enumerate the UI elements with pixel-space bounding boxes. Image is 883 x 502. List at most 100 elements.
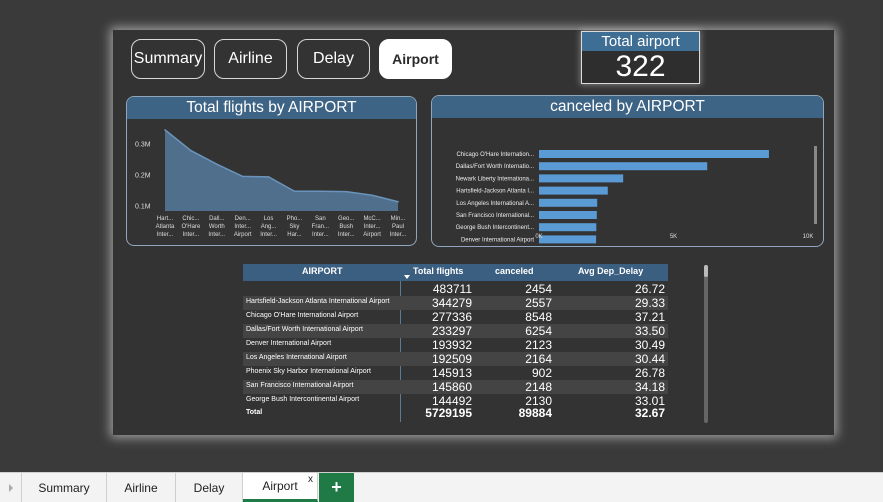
total-flights-cell: 483711: [432, 282, 472, 296]
table-row[interactable]: Los Angeles International Airport 192509 2…: [243, 352, 668, 366]
airline-button[interactable]: Airline: [214, 39, 287, 79]
data-point: [345, 190, 348, 193]
x-tick-label: Worth: [209, 224, 225, 230]
x-tick-label: Inter...: [234, 224, 251, 230]
bar-label: George Bush Intercontinent...: [456, 225, 535, 231]
x-tick-label: O'Hare: [181, 224, 200, 230]
total-flights-cell: 344279: [431, 296, 472, 310]
x-tick-label: Inter...: [390, 232, 407, 238]
x-tick-label: Inter...: [183, 232, 200, 238]
data-point: [267, 176, 270, 178]
header-avg-dep-delay[interactable]: Avg Dep_Delay: [578, 266, 643, 276]
x-tick-label: Dall...: [209, 216, 225, 222]
sheet-tab-delay[interactable]: Delay: [176, 473, 243, 502]
x-tick-label: Fran...: [312, 224, 330, 230]
total-flights-cell: 277336: [431, 310, 472, 324]
sheet-tab-airline[interactable]: Airline: [107, 473, 176, 502]
table-scrollbar[interactable]: [704, 265, 708, 423]
data-point: [319, 190, 322, 193]
table-row[interactable]: Chicago O'Hare International Airport 2773…: [243, 310, 668, 324]
area-fill: [165, 129, 398, 211]
table-row[interactable]: San Francisco International Airport 14586…: [243, 380, 668, 394]
y-tick-label: 0.2M: [135, 172, 151, 179]
bar: [539, 162, 708, 171]
x-tick-label: Den...: [235, 216, 251, 222]
close-tab-icon[interactable]: x: [308, 474, 313, 485]
airport-name-cell: Chicago O'Hare International Airport: [246, 312, 359, 319]
data-point: [215, 163, 218, 165]
summary-button[interactable]: Summary: [131, 39, 205, 79]
canceled-cell: 2454: [525, 282, 552, 296]
bar: [539, 198, 598, 207]
bar-label: Chicago O'Hare Internation...: [456, 152, 534, 158]
x-tick-label: Inter...: [157, 232, 174, 238]
delay-button[interactable]: Delay: [297, 39, 370, 79]
data-point: [190, 149, 192, 152]
add-sheet-button[interactable]: +: [319, 473, 354, 502]
x-tick-label: 10K: [803, 234, 814, 240]
airport-name-cell: Phoenix Sky Harbor International Airport: [246, 368, 371, 375]
header-airport[interactable]: AIRPORT: [302, 266, 343, 276]
total-flights-cell: 233297: [431, 324, 472, 338]
airport-button[interactable]: Airport: [379, 39, 452, 79]
header-total-flights[interactable]: Total flights: [413, 266, 463, 276]
data-point: [293, 190, 296, 193]
avg-delay-cell: 30.44: [634, 352, 665, 366]
scroll-left-icon[interactable]: [0, 473, 22, 502]
x-tick-label: Atlanta: [156, 224, 175, 230]
x-tick-label: Geo...: [338, 216, 355, 222]
x-tick-label: Sky: [289, 224, 299, 230]
avg-delay-cell: 26.78: [634, 366, 665, 380]
x-tick-label: McC...: [363, 216, 381, 222]
x-tick-label: Chic...: [182, 216, 199, 222]
bar-label: Dallas/Fort Worth Internatio...: [456, 164, 535, 170]
table-row[interactable]: Dallas/Fort Worth International Airport 2…: [243, 324, 668, 338]
chart-title: canceled by AIRPORT: [432, 96, 823, 118]
airport-name-cell: Dallas/Fort Worth International Airport: [246, 326, 363, 333]
bar-label: Denver International Airport: [461, 237, 534, 243]
plus-icon: +: [331, 477, 342, 497]
x-tick-label: Min...: [391, 216, 406, 222]
canceled-chart-panel: canceled by AIRPORT Chicago O'Hare Inter…: [431, 95, 824, 247]
x-tick-label: 0K: [535, 234, 542, 240]
canceled-bar-chart: Chicago O'Hare Internation... Dallas/Fort…: [456, 146, 817, 244]
header-canceled[interactable]: canceled: [495, 266, 534, 276]
y-tick-label: 0.3M: [135, 142, 151, 149]
table-total-row: Total 5729195 89884 32.67: [243, 406, 668, 422]
table-row[interactable]: Denver International Airport 193932 2123 30…: [243, 338, 668, 352]
canceled-cell: 6254: [525, 324, 552, 338]
chart-title: Total flights by AIRPORT: [127, 97, 416, 119]
data-point: [397, 200, 399, 203]
total-flights-cell: 145913: [431, 366, 472, 380]
bar: [539, 223, 597, 232]
total-delay-value: 32.67: [634, 406, 665, 420]
total-canceled-value: 89884: [518, 406, 552, 420]
total-flights-chart-panel: Total flights by AIRPORT 0.3M 0.2M 0.1M Har…: [126, 96, 417, 246]
bar-label: San Francisco International...: [456, 213, 534, 219]
scrollbar-thumb[interactable]: [704, 265, 708, 277]
data-point: [371, 194, 373, 197]
avg-delay-cell: 33.50: [634, 324, 665, 338]
table-row[interactable]: 483711 2454 26.72: [243, 282, 668, 296]
x-tick-label: Inter...: [364, 224, 381, 230]
airport-name-cell: George Bush Intercontinental Airport: [246, 396, 360, 403]
bar-label: Hartsfield-Jackson Atlanta I...: [456, 189, 534, 195]
x-tick-label: Airport: [234, 232, 252, 238]
table-row[interactable]: Phoenix Sky Harbor International Airport…: [243, 366, 668, 380]
sheet-tab-airport[interactable]: Airport x: [243, 473, 318, 502]
sheet-tab-summary[interactable]: Summary: [22, 473, 107, 502]
bar: [539, 235, 597, 244]
table-row[interactable]: Hartsfield-Jackson Atlanta International…: [243, 296, 668, 310]
canceled-cell: 902: [531, 366, 552, 380]
total-label: Total: [246, 409, 263, 416]
bar-label: Newark Liberty Internationa...: [456, 176, 535, 182]
canceled-cell: 8548: [525, 310, 552, 324]
avg-delay-cell: 37.21: [634, 310, 665, 324]
total-flights-cell: 193932: [431, 338, 472, 352]
x-tick-label: Har...: [287, 232, 302, 238]
airport-name-cell: Los Angeles International Airport: [246, 354, 347, 361]
y-tick-label: 0.1M: [135, 203, 151, 210]
total-flights-area-chart: 0.3M 0.2M 0.1M Hart... Atlanta Inter... Chic..…: [135, 129, 407, 238]
avg-delay-cell: 26.72: [634, 282, 665, 296]
kpi-value: 322: [615, 50, 666, 83]
